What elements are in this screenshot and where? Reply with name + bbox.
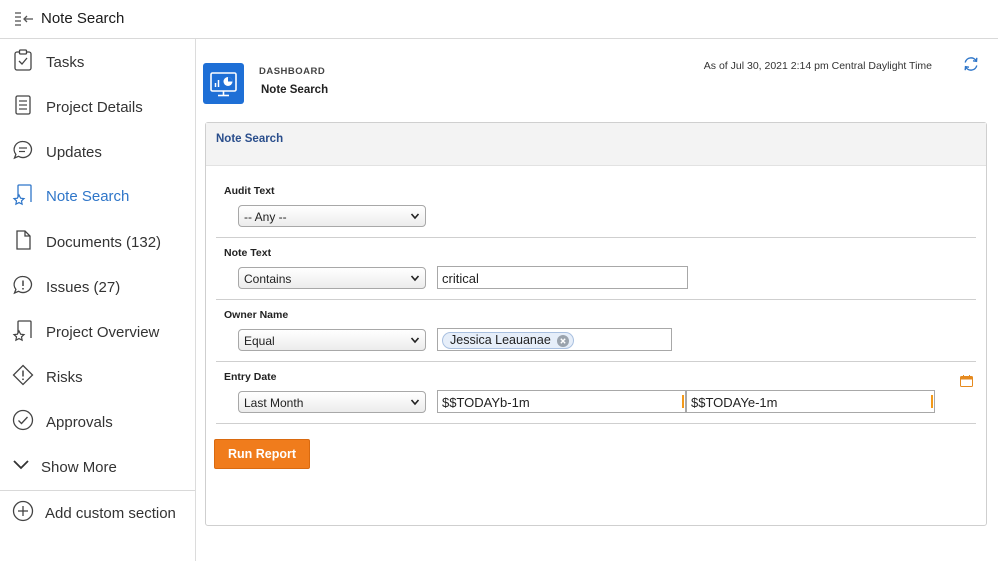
- note-text-operator-value: Contains: [244, 272, 292, 286]
- note-search-panel: Note Search Audit Text -- Any -- Note Te…: [205, 122, 987, 526]
- chevron-down-icon: [410, 337, 420, 344]
- sidebar-item-risks[interactable]: Risks: [0, 356, 195, 396]
- dashboard-kicker: DASHBOARD: [259, 66, 326, 77]
- audit-text-label: Audit Text: [224, 185, 275, 197]
- chevron-down-icon: [410, 213, 420, 220]
- chevron-down-icon: [410, 399, 420, 406]
- calendar-icon[interactable]: [960, 375, 973, 387]
- owner-chip-label: Jessica Leauanae: [450, 333, 551, 347]
- add-custom-section-button[interactable]: Add custom section: [0, 492, 195, 532]
- main-content: DASHBOARD Note Search As of Jul 30, 2021…: [197, 39, 998, 561]
- sidebar-divider: [0, 490, 195, 491]
- sidebar-item-label: Project Overview: [46, 324, 160, 341]
- sidebar: Tasks Project Details Updates Note Searc…: [0, 39, 196, 561]
- sidebar-item-issues[interactable]: Issues (27): [0, 266, 195, 306]
- sidebar-item-label: Documents (132): [46, 234, 162, 251]
- sidebar-item-label: Risks: [46, 369, 83, 386]
- plus-circle-icon: [12, 500, 34, 522]
- entry-date-operator-value: Last Month: [244, 396, 304, 410]
- field-divider: [216, 299, 976, 300]
- chevron-down-icon: [410, 275, 420, 282]
- panel-header: Note Search: [206, 123, 986, 166]
- sidebar-item-label: Tasks: [46, 54, 85, 71]
- entry-date-from-input[interactable]: $$TODAYb-1m: [437, 390, 686, 413]
- sidebar-item-label: Issues (27): [46, 279, 121, 296]
- sidebar-item-label: Show More: [41, 459, 117, 476]
- sidebar-item-label: Note Search: [46, 188, 130, 205]
- sidebar-item-tasks[interactable]: Tasks: [0, 41, 195, 81]
- owner-name-operator-select[interactable]: Equal: [238, 329, 426, 351]
- refresh-icon[interactable]: [962, 55, 980, 73]
- sidebar-item-show-more[interactable]: Show More: [0, 446, 195, 486]
- star-document-icon: [12, 320, 32, 342]
- audit-text-select[interactable]: -- Any --: [238, 205, 426, 227]
- chat-bubble-icon: [13, 140, 33, 160]
- run-report-button[interactable]: Run Report: [214, 439, 310, 469]
- field-divider: [216, 361, 976, 362]
- sidebar-item-approvals[interactable]: Approvals: [0, 401, 195, 441]
- sidebar-item-documents[interactable]: Documents (132): [0, 221, 195, 261]
- top-bar: Note Search: [0, 0, 998, 39]
- remove-chip-icon[interactable]: [556, 335, 569, 347]
- sidebar-item-updates[interactable]: Updates: [0, 131, 195, 171]
- date-input-marker: [682, 395, 684, 408]
- clipboard-check-icon: [14, 49, 32, 71]
- entry-date-to-value: $$TODAYe-1m: [691, 395, 778, 410]
- page-title: Note Search: [261, 84, 329, 96]
- entry-date-label: Entry Date: [224, 371, 277, 383]
- note-text-operator-select[interactable]: Contains: [238, 267, 426, 289]
- panel-title: Note Search: [216, 133, 284, 145]
- entry-date-to-input[interactable]: $$TODAYe-1m: [686, 390, 935, 413]
- owner-chip: Jessica Leauanae: [442, 332, 574, 349]
- field-divider: [216, 237, 976, 238]
- note-text-input[interactable]: critical: [437, 266, 688, 289]
- collapse-sidebar-icon[interactable]: [14, 11, 34, 27]
- as-of-timestamp: As of Jul 30, 2021 2:14 pm Central Dayli…: [703, 60, 932, 72]
- sidebar-item-label: Updates: [46, 144, 102, 161]
- warning-diamond-icon: [12, 364, 34, 386]
- chevron-down-icon: [13, 460, 29, 470]
- sidebar-item-label: Approvals: [46, 414, 113, 431]
- star-document-icon: [12, 184, 32, 206]
- owner-name-operator-value: Equal: [244, 334, 275, 348]
- date-input-marker: [931, 395, 933, 408]
- check-circle-icon: [12, 409, 34, 431]
- note-text-label: Note Text: [224, 247, 272, 259]
- sidebar-item-project-details[interactable]: Project Details: [0, 86, 195, 126]
- add-custom-section-label: Add custom section: [45, 505, 176, 522]
- dashboard-icon: [203, 63, 244, 104]
- owner-name-input[interactable]: Jessica Leauanae: [437, 328, 672, 351]
- sidebar-item-label: Project Details: [46, 99, 143, 116]
- document-icon: [16, 230, 31, 250]
- entry-date-operator-select[interactable]: Last Month: [238, 391, 426, 413]
- app-title: Note Search: [41, 10, 125, 27]
- owner-name-label: Owner Name: [224, 309, 289, 321]
- sidebar-item-project-overview[interactable]: Project Overview: [0, 311, 195, 351]
- audit-text-select-value: -- Any --: [244, 210, 287, 224]
- field-divider: [216, 423, 976, 424]
- sidebar-item-note-search[interactable]: Note Search: [0, 175, 195, 215]
- note-text-input-value: critical: [442, 271, 479, 286]
- alert-bubble-icon: [13, 275, 33, 295]
- document-lines-icon: [15, 95, 31, 115]
- entry-date-from-value: $$TODAYb-1m: [442, 395, 530, 410]
